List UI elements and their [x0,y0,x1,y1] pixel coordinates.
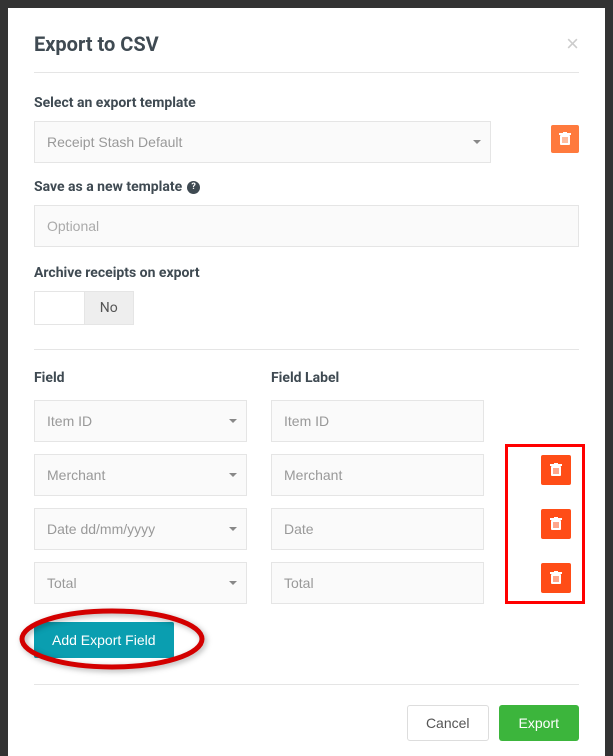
delete-field-button[interactable] [541,455,571,485]
cancel-button[interactable]: Cancel [407,705,489,741]
delete-template-button[interactable] [551,125,579,153]
template-select[interactable]: Receipt Stash Default [34,121,491,163]
add-field-section: Add Export Field [34,622,579,685]
trash-icon [550,463,562,477]
fields-header: Field Field Label [34,370,579,386]
field-row: Item ID [34,400,579,442]
field-select[interactable]: Item ID [34,400,247,442]
export-button[interactable]: Export [499,705,579,741]
modal-header: Export to CSV × [34,32,579,73]
export-csv-modal: Export to CSV × Select an export templat… [8,8,605,756]
archive-label: Archive receipts on export [34,265,579,281]
add-export-field-button[interactable]: Add Export Field [34,622,174,658]
field-row: Date dd/mm/yyyy [34,508,579,550]
save-template-label: Save as a new template ? [34,179,579,195]
field-label-column-header: Field Label [271,370,339,386]
field-label-input[interactable] [271,508,484,550]
trash-icon [550,517,562,531]
field-row: Total [34,562,579,604]
toggle-yes[interactable] [34,291,85,325]
trash-icon [559,132,571,146]
modal-footer: Cancel Export [34,705,579,741]
modal-title: Export to CSV [34,32,159,56]
delete-field-button[interactable] [541,509,571,539]
save-template-section: Save as a new template ? [34,179,579,247]
field-label-input[interactable] [271,454,484,496]
select-template-row: Select an export template Receipt Stash … [34,95,579,163]
trash-icon [550,571,562,585]
field-label-input[interactable] [271,562,484,604]
field-select[interactable]: Merchant [34,454,247,496]
field-select[interactable]: Total [34,562,247,604]
delete-buttons-column [541,455,571,593]
archive-section: Archive receipts on export No [34,265,579,350]
close-icon[interactable]: × [566,33,579,55]
toggle-no[interactable]: No [85,291,135,325]
field-select[interactable]: Date dd/mm/yyyy [34,508,247,550]
field-label-input[interactable] [271,400,484,442]
delete-field-button[interactable] [541,563,571,593]
archive-toggle[interactable]: No [34,291,134,325]
field-rows: Item ID Merchant Date [34,400,579,604]
help-icon[interactable]: ? [187,181,200,194]
select-template-label: Select an export template [34,95,491,111]
field-row: Merchant [34,454,579,496]
field-column-header: Field [34,370,271,386]
save-template-input[interactable] [34,205,579,247]
